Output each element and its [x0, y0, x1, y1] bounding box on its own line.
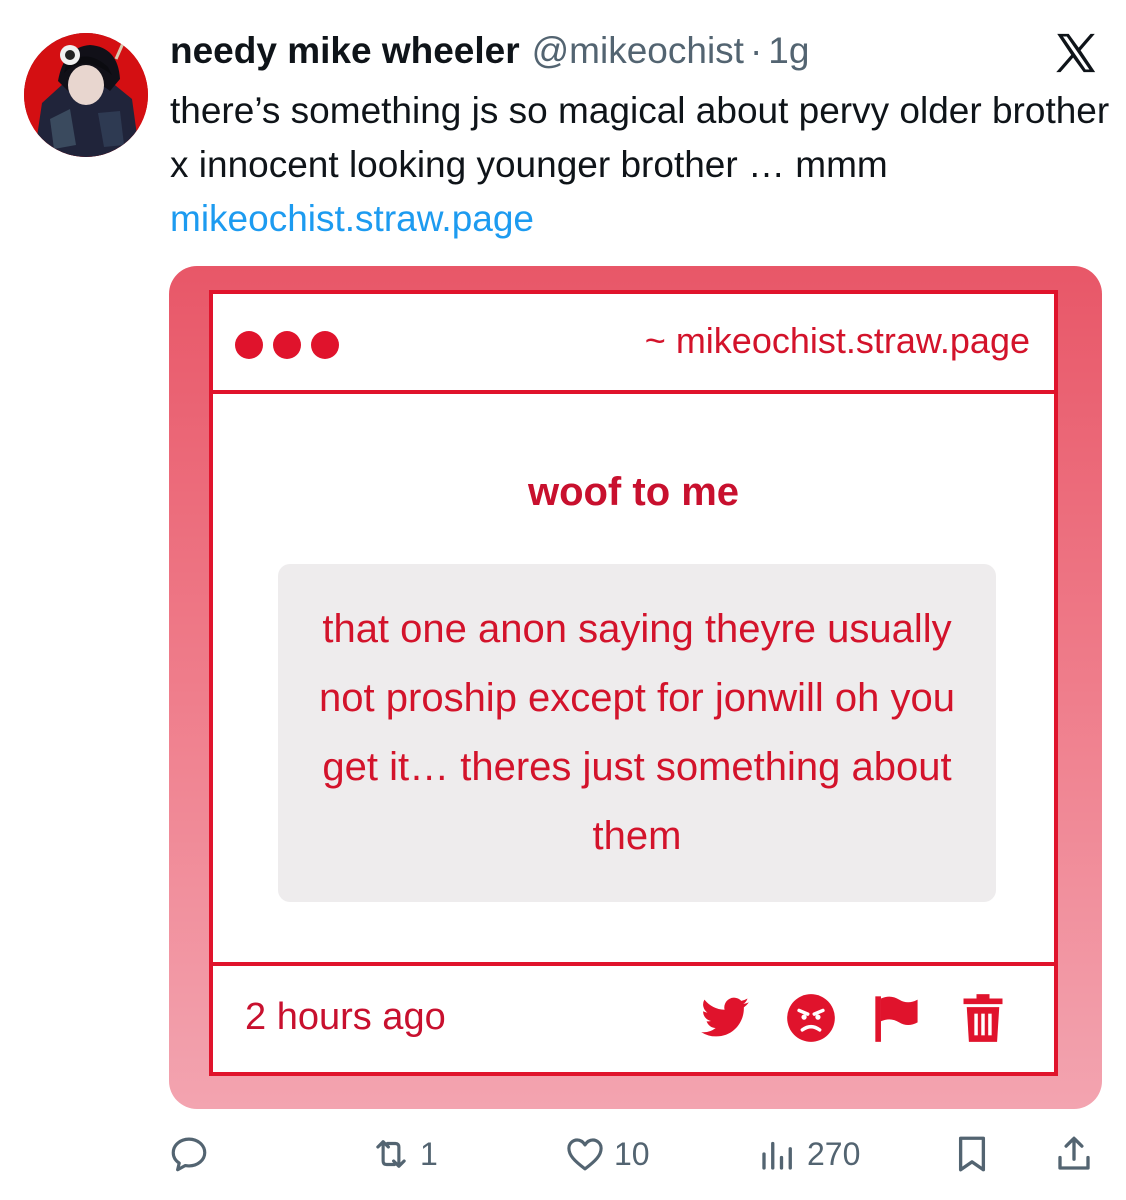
repost-icon [376, 1140, 406, 1168]
straw-page-card: ~ mikeochist.straw.page woof to me that … [209, 290, 1058, 1076]
tweet-link[interactable]: mikeochist.straw.page [170, 198, 534, 239]
views-count: 270 [807, 1135, 861, 1172]
trash-icon [954, 992, 1012, 1044]
bookmark-button[interactable] [951, 1126, 993, 1182]
tweet-text-main: there’s something js so magical about pe… [170, 90, 1110, 185]
card-title-bar: ~ mikeochist.straw.page [213, 294, 1054, 394]
flag-icon [868, 992, 926, 1044]
display-name[interactable]: needy mike wheeler [170, 30, 520, 72]
share-icon [1058, 1136, 1090, 1170]
like-button[interactable]: 10 [564, 1126, 650, 1182]
like-count: 10 [614, 1135, 650, 1172]
card-title: woof to me [527, 470, 740, 514]
x-logo-icon[interactable] [1052, 30, 1100, 76]
window-dot [235, 331, 263, 359]
card-footer: 2 hours ago [213, 962, 1054, 1072]
tweet-text: there’s something js so magical about pe… [170, 84, 1110, 246]
reply-icon [171, 1137, 207, 1172]
share-button[interactable] [1053, 1126, 1095, 1182]
card-site-url: ~ mikeochist.straw.page [644, 320, 1030, 361]
views-button[interactable]: 270 [757, 1126, 860, 1182]
repost-button[interactable]: 1 [370, 1126, 438, 1182]
card-time-ago: 2 hours ago [245, 996, 446, 1038]
card-footer-icons [696, 992, 1012, 1044]
attached-image[interactable]: ~ mikeochist.straw.page woof to me that … [169, 266, 1102, 1109]
views-bar-chart-icon [762, 1141, 792, 1170]
avatar-image [24, 33, 148, 157]
action-bar: 1 10 270 [0, 1126, 1126, 1182]
tweet: needy mike wheeler @mikeochist · 1g ther… [0, 0, 1126, 1200]
anon-message-text: that one anon saying theyre usually not … [319, 607, 955, 858]
window-dot [311, 331, 339, 359]
heart-icon [567, 1138, 603, 1171]
window-dot [273, 331, 301, 359]
angry-face-icon [782, 992, 840, 1044]
window-dots [235, 331, 339, 359]
repost-count: 1 [420, 1135, 438, 1172]
tweet-header: needy mike wheeler @mikeochist · 1g [170, 30, 809, 80]
twitter-bird-icon [696, 992, 754, 1044]
reply-button[interactable] [168, 1126, 218, 1182]
post-time[interactable]: 1g [768, 30, 809, 72]
anon-message-box: that one anon saying theyre usually not … [278, 564, 996, 902]
avatar[interactable] [24, 33, 148, 157]
user-handle[interactable]: @mikeochist [532, 30, 744, 72]
separator-dot: · [749, 30, 763, 71]
bookmark-icon [958, 1136, 986, 1172]
